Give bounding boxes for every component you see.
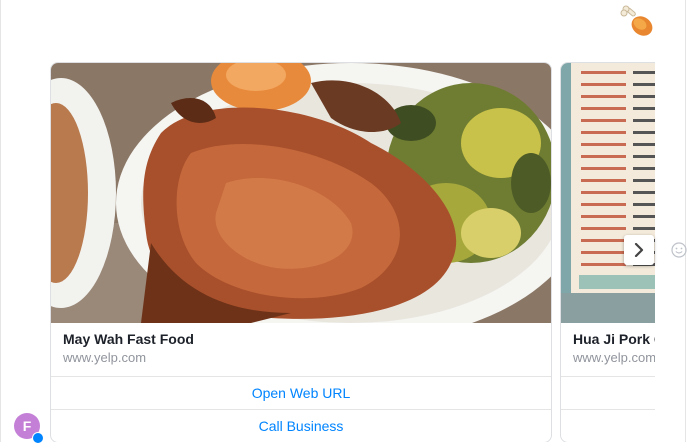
carousel-card: May Wah Fast Food www.yelp.com Open Web …: [50, 62, 552, 442]
card-info[interactable]: Hua Ji Pork C www.yelp.com: [561, 323, 655, 377]
smiley-icon[interactable]: [671, 242, 687, 258]
open-web-url-button[interactable]: Open Web URL: [51, 377, 551, 410]
right-frame-border: [685, 0, 686, 442]
card-action-button[interactable]: [561, 410, 655, 442]
messenger-badge-icon: [32, 432, 44, 444]
card-action-button[interactable]: [561, 377, 655, 410]
carousel-next-button[interactable]: [624, 235, 654, 265]
menu-board-photo: [561, 63, 655, 323]
pork-chop-rice-photo: [51, 63, 551, 323]
card-subtitle: www.yelp.com: [573, 350, 655, 365]
card-subtitle: www.yelp.com: [63, 350, 147, 365]
left-frame-border: [0, 0, 1, 442]
chicken-drumstick-icon[interactable]: [618, 4, 658, 40]
card-title: May Wah Fast Food: [63, 331, 194, 347]
chevron-right-icon: [634, 243, 644, 257]
card-info[interactable]: May Wah Fast Food www.yelp.com: [51, 323, 551, 377]
generic-template-carousel[interactable]: May Wah Fast Food www.yelp.com Open Web …: [50, 62, 655, 442]
call-business-button[interactable]: Call Business: [51, 410, 551, 442]
card-title: Hua Ji Pork C: [573, 331, 655, 347]
